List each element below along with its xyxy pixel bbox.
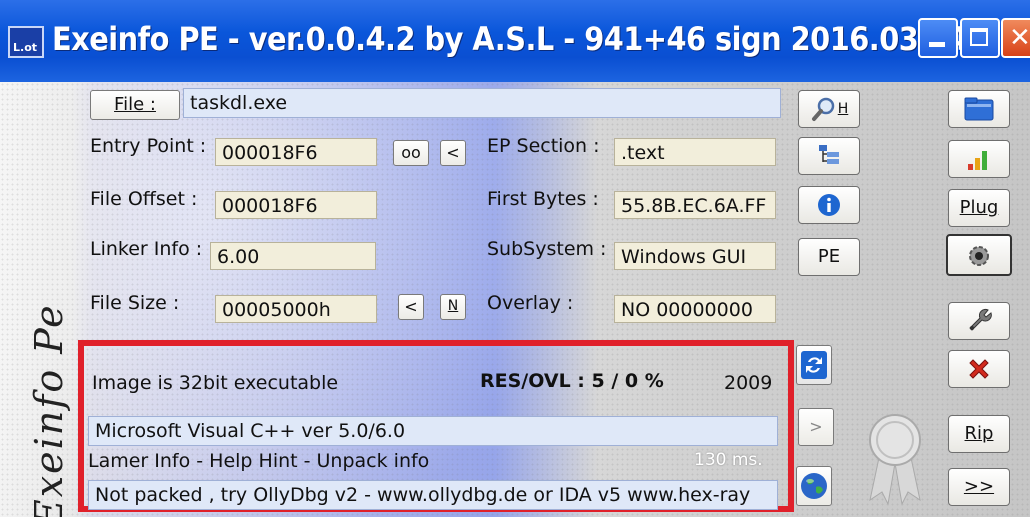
- entry-point-back-button[interactable]: <: [440, 140, 466, 166]
- file-size-prev-button[interactable]: <: [398, 294, 424, 320]
- linker-info-field[interactable]: 6.00: [210, 242, 376, 270]
- info-button[interactable]: [798, 186, 860, 224]
- entry-point-field[interactable]: 000018F6: [215, 138, 377, 166]
- pe-button[interactable]: PE: [798, 238, 860, 276]
- magnifier-icon: [811, 97, 834, 121]
- first-bytes-field[interactable]: 55.8B.EC.6A.FF: [614, 191, 776, 219]
- entry-point-oo-button[interactable]: oo: [393, 140, 429, 166]
- window-title: Exeinfo PE - ver.0.0.4.2 by A.S.L - 941+…: [52, 20, 968, 58]
- wrench-icon: [969, 308, 992, 331]
- folder-icon: [964, 97, 994, 121]
- linker-info-label: Linker Info :: [90, 238, 203, 260]
- image-type-text: Image is 32bit executable: [92, 372, 339, 394]
- award-ribbon-icon: [869, 414, 921, 506]
- first-bytes-label: First Bytes :: [487, 188, 599, 210]
- file-button[interactable]: File :: [90, 90, 180, 120]
- bar-chart-icon: [968, 151, 987, 170]
- file-offset-label: File Offset :: [90, 188, 198, 210]
- file-offset-field[interactable]: 000018F6: [215, 191, 377, 219]
- subsystem-label: SubSystem :: [487, 238, 607, 260]
- red-x-icon: [969, 359, 989, 379]
- file-size-n-button[interactable]: N: [440, 294, 466, 320]
- minimize-button[interactable]: [918, 18, 958, 58]
- tools-button[interactable]: [948, 302, 1010, 340]
- web-button[interactable]: [796, 466, 832, 506]
- file-button-label: File :: [114, 94, 156, 115]
- rip-button[interactable]: Rip: [948, 415, 1010, 453]
- subsystem-field[interactable]: Windows GUI: [614, 242, 776, 270]
- file-path-field[interactable]: taskdl.exe: [183, 88, 781, 118]
- gear-icon: [969, 246, 989, 266]
- rip-button-label: Rip: [964, 423, 994, 444]
- stats-button[interactable]: [948, 140, 1010, 178]
- refresh-icon: [801, 351, 827, 379]
- options-button[interactable]: [946, 234, 1012, 276]
- help-hint-text: Lamer Info - Help Hint - Unpack info: [88, 450, 430, 472]
- app-icon[interactable]: L.ot: [8, 26, 44, 58]
- close-button[interactable]: [1001, 18, 1030, 58]
- search-button[interactable]: H: [798, 90, 860, 128]
- search-button-label: H: [837, 101, 849, 117]
- ep-section-label: EP Section :: [487, 135, 600, 157]
- logo-text: Exeinfo Pe: [27, 303, 71, 517]
- entry-point-label: Entry Point :: [90, 135, 207, 157]
- year-text: 2009: [724, 372, 773, 394]
- ep-section-field[interactable]: .text: [614, 138, 776, 166]
- detection-info-panel: Image is 32bit executable RES/OVL : 5 / …: [78, 340, 794, 512]
- more-button[interactable]: >>: [948, 468, 1010, 506]
- info-icon: [818, 194, 840, 216]
- maximize-button[interactable]: [960, 18, 1000, 58]
- title-bar[interactable]: L.ot Exeinfo PE - ver.0.0.4.2 by A.S.L -…: [0, 0, 1030, 82]
- plugins-button[interactable]: Plug: [948, 189, 1010, 227]
- open-folder-button[interactable]: [948, 90, 1010, 128]
- section-viewer-button[interactable]: [798, 137, 860, 175]
- compiler-detection-field[interactable]: Microsoft Visual C++ ver 5.0/6.0: [88, 416, 778, 446]
- refresh-button[interactable]: [796, 345, 832, 385]
- app-icon-text: L.ot: [13, 41, 38, 54]
- plugins-button-label: Plug: [959, 197, 999, 218]
- exeinfo-logo: Exeinfo Pe: [14, 207, 74, 517]
- unpack-info-field[interactable]: Not packed , try OllyDbg v2 - www.ollydb…: [88, 480, 778, 510]
- more-button-label: >>: [963, 476, 995, 497]
- file-size-label: File Size :: [90, 292, 180, 314]
- timing-text: 130 ms.: [694, 450, 763, 470]
- tree-list-icon: [819, 145, 839, 164]
- res-ovl-text: RES/OVL : 5 / 0 %: [480, 370, 664, 392]
- overlay-label: Overlay :: [487, 292, 574, 314]
- exeinfo-window: L.ot Exeinfo PE - ver.0.0.4.2 by A.S.L -…: [0, 0, 1030, 517]
- exit-button[interactable]: [948, 350, 1010, 388]
- overlay-field[interactable]: NO 00000000: [614, 295, 776, 323]
- file-size-field[interactable]: 00005000h: [215, 295, 377, 323]
- globe-icon: [801, 473, 827, 499]
- next-button[interactable]: >: [798, 408, 834, 446]
